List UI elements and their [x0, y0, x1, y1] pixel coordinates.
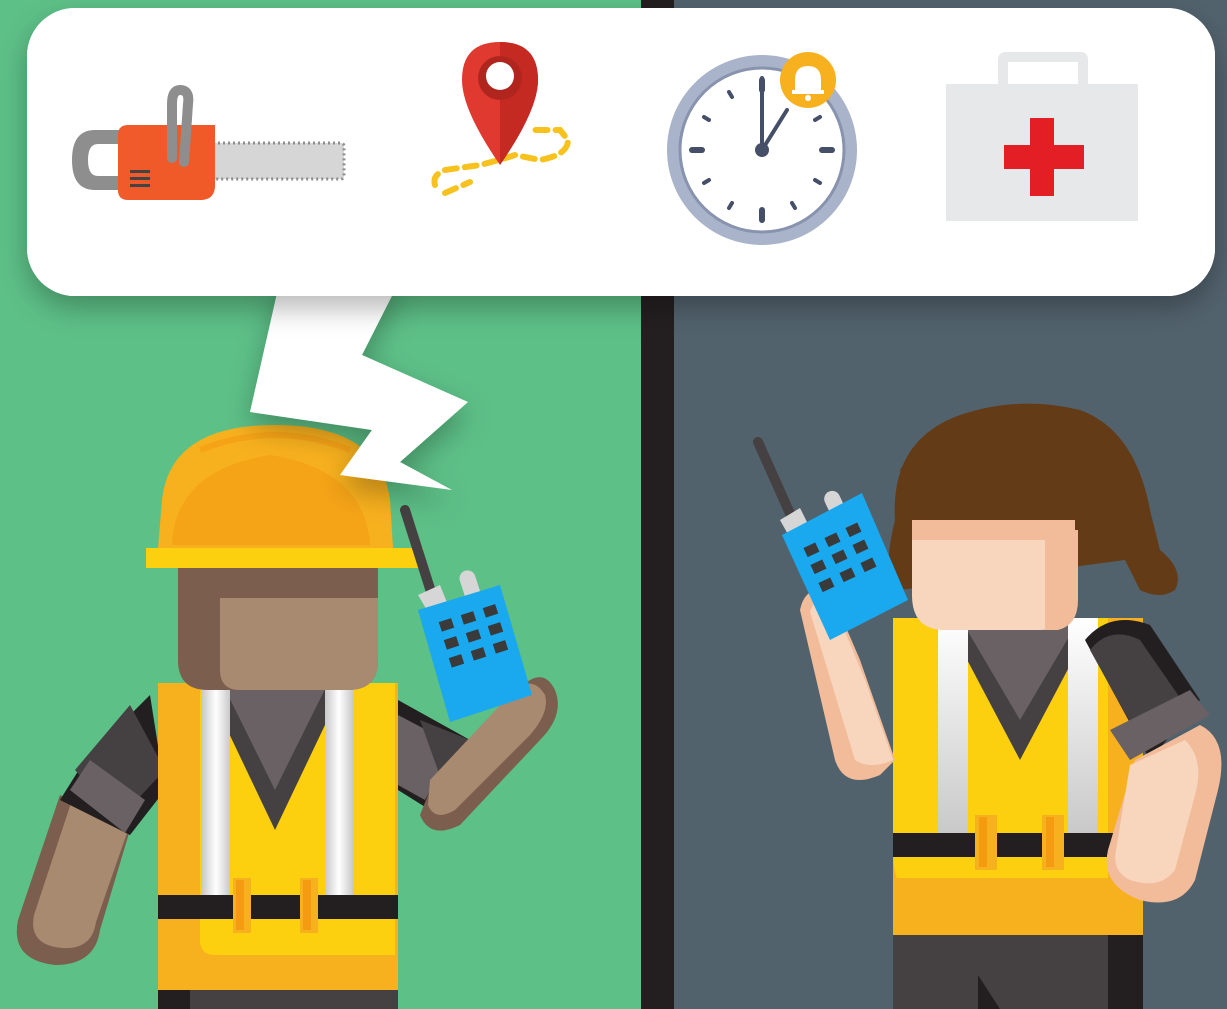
scene-svg	[0, 0, 1227, 1009]
worker-head	[178, 560, 378, 690]
illustration	[0, 0, 1227, 1009]
worker-torso	[158, 683, 398, 1009]
dispatcher-head	[900, 420, 1080, 630]
